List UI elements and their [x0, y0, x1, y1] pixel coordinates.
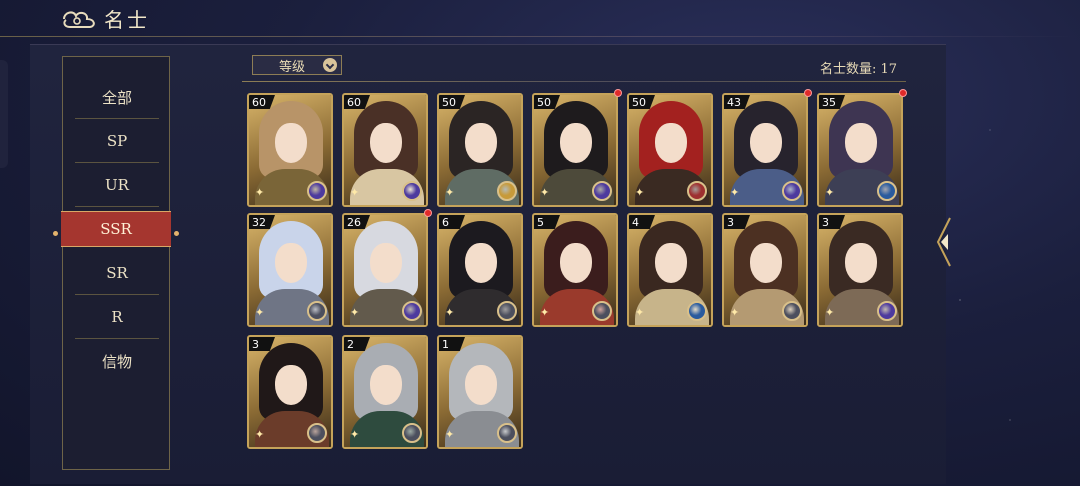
page-title: 名士: [104, 8, 150, 32]
sidebar-item-label: 全部: [101, 88, 132, 107]
character-card[interactable]: 2 ✦: [342, 335, 428, 449]
sort-dropdown-label: 等级: [279, 59, 306, 75]
portrait-face: [275, 123, 307, 163]
element-emblem-icon: [307, 181, 327, 201]
element-emblem-icon: [877, 181, 897, 201]
character-card[interactable]: 26 ✦: [342, 213, 428, 327]
character-card[interactable]: 50 ✦: [627, 93, 713, 207]
sidebar-item-label: SR: [106, 264, 128, 282]
character-card[interactable]: 32 ✦: [247, 213, 333, 327]
element-emblem-icon: [402, 423, 422, 443]
sidebar-item-sr[interactable]: SR: [75, 251, 159, 295]
portrait-face: [655, 243, 687, 283]
portrait-face: [750, 123, 782, 163]
character-card[interactable]: 50 ✦: [437, 93, 523, 207]
portrait-face: [370, 123, 402, 163]
portrait-face: [655, 123, 687, 163]
sidebar-item-label: UR: [105, 176, 129, 194]
element-emblem-icon: [782, 181, 802, 201]
character-count: 名士数量: 17: [820, 62, 898, 77]
sidebar-item-label: SSR: [100, 220, 132, 238]
portrait-face: [275, 365, 307, 405]
portrait-face: [845, 123, 877, 163]
sparkle-icon: ✦: [350, 306, 360, 319]
notification-dot: [614, 89, 622, 97]
character-card[interactable]: 3 ✦: [817, 213, 903, 327]
element-emblem-icon: [877, 301, 897, 321]
sidebar-item-sp[interactable]: SP: [75, 119, 159, 163]
portrait-face: [370, 365, 402, 405]
rarity-sidebar: 全部 SP UR SSR SR R 信物: [53, 56, 179, 470]
sparkle-icon: ✦: [540, 186, 550, 199]
element-emblem-icon: [687, 181, 707, 201]
portrait-face: [465, 243, 497, 283]
sidebar-item-label: SP: [106, 132, 128, 150]
character-card[interactable]: 4 ✦: [627, 213, 713, 327]
notification-dot: [804, 89, 812, 97]
sidebar-item-ur[interactable]: UR: [75, 163, 159, 207]
portrait-face: [845, 243, 877, 283]
sparkle-icon: ✦: [635, 186, 645, 199]
element-emblem-icon: [307, 423, 327, 443]
sparkle-icon: ✦: [730, 186, 740, 199]
back-cloud-icon[interactable]: [62, 8, 98, 30]
portrait-face: [465, 365, 497, 405]
character-card[interactable]: 3 ✦: [722, 213, 808, 327]
element-emblem-icon: [592, 301, 612, 321]
header-divider: [0, 36, 1080, 37]
sparkle-icon: ✦: [255, 428, 265, 441]
sparkle-icon: ✦: [825, 306, 835, 319]
character-card[interactable]: 43 ✦: [722, 93, 808, 207]
sparkle-icon: ✦: [540, 306, 550, 319]
sidebar-item-ssr[interactable]: SSR: [53, 211, 179, 247]
sparkle-icon: ✦: [255, 186, 265, 199]
sparkle-icon: ✦: [445, 306, 455, 319]
character-card[interactable]: 60 ✦: [342, 93, 428, 207]
sparkle-icon: ✦: [635, 306, 645, 319]
side-drawer-handle[interactable]: [0, 60, 8, 168]
element-emblem-icon: [782, 301, 802, 321]
sidebar-item-label: R: [111, 308, 123, 326]
element-emblem-icon: [497, 423, 517, 443]
character-card[interactable]: 1 ✦: [437, 335, 523, 449]
top-bar: 名士: [0, 0, 1080, 38]
character-card[interactable]: 3 ✦: [247, 335, 333, 449]
portrait-face: [750, 243, 782, 283]
element-emblem-icon: [307, 301, 327, 321]
sort-dropdown[interactable]: 等级: [252, 55, 342, 75]
toolbar-divider: [242, 81, 906, 82]
character-card[interactable]: 5 ✦: [532, 213, 618, 327]
element-emblem-icon: [592, 181, 612, 201]
element-emblem-icon: [497, 301, 517, 321]
sparkle-icon: ✦: [255, 306, 265, 319]
sparkle-icon: ✦: [350, 186, 360, 199]
sparkle-icon: ✦: [445, 186, 455, 199]
character-card[interactable]: 35 ✦: [817, 93, 903, 207]
sparkle-icon: ✦: [445, 428, 455, 441]
character-card[interactable]: 50 ✦: [532, 93, 618, 207]
sparkle-icon: ✦: [350, 428, 360, 441]
sidebar-item-all[interactable]: 全部: [75, 75, 159, 119]
notification-dot: [424, 209, 432, 217]
portrait-face: [465, 123, 497, 163]
sidebar-item-label: 信物: [101, 352, 132, 371]
next-page-arrow-icon[interactable]: [934, 216, 954, 268]
portrait-face: [560, 243, 592, 283]
element-emblem-icon: [497, 181, 517, 201]
character-card[interactable]: 60 ✦: [247, 93, 333, 207]
element-emblem-icon: [402, 181, 422, 201]
element-emblem-icon: [402, 301, 422, 321]
portrait-face: [275, 243, 307, 283]
sidebar-item-keepsake[interactable]: 信物: [75, 339, 159, 383]
sparkle-icon: ✦: [730, 306, 740, 319]
sidebar-item-r[interactable]: R: [75, 295, 159, 339]
portrait-face: [560, 123, 592, 163]
chevron-down-icon: [323, 58, 337, 72]
portrait-face: [370, 243, 402, 283]
element-emblem-icon: [687, 301, 707, 321]
notification-dot: [899, 89, 907, 97]
character-card[interactable]: 6 ✦: [437, 213, 523, 327]
sparkle-icon: ✦: [825, 186, 835, 199]
